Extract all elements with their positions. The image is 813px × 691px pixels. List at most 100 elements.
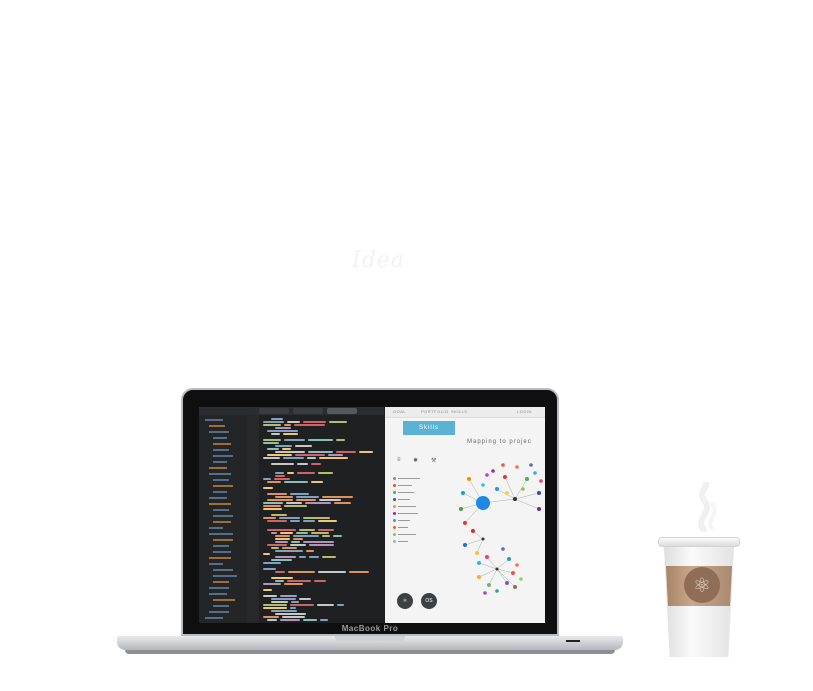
atom-icon-button[interactable]: ⚛	[397, 593, 413, 609]
code-line	[290, 544, 306, 546]
code-line	[275, 496, 293, 498]
code-line	[267, 619, 277, 621]
wrench-icon[interactable]: ⚒	[431, 457, 436, 464]
code-line	[271, 418, 283, 420]
code-line	[263, 562, 281, 564]
nav-item-goal[interactable]: GOAL	[393, 409, 406, 414]
code-line	[275, 451, 305, 453]
code-line	[293, 538, 303, 540]
code-line	[319, 499, 341, 501]
code-line	[320, 619, 328, 621]
code-line	[309, 544, 334, 546]
code-line	[311, 463, 321, 465]
code-line	[307, 457, 316, 459]
editor-tab[interactable]	[293, 408, 323, 414]
code-line	[263, 487, 273, 489]
code-line	[263, 424, 281, 426]
code-line	[267, 454, 292, 456]
steam-icon	[698, 482, 717, 532]
code-line	[263, 589, 272, 591]
gear-icon[interactable]: ✹	[413, 457, 418, 464]
code-line	[263, 421, 284, 423]
code-line	[318, 571, 346, 573]
code-line	[275, 556, 296, 558]
code-line	[282, 448, 291, 450]
code-line	[303, 619, 317, 621]
code-line	[275, 571, 285, 573]
code-line	[337, 604, 344, 606]
skills-network-graph[interactable]	[457, 449, 545, 619]
code-line	[271, 547, 279, 549]
code-line	[311, 532, 329, 534]
code-line	[299, 598, 311, 600]
code-line	[280, 619, 300, 621]
code-line	[296, 496, 319, 498]
line-number-gutter	[247, 415, 259, 623]
code-line	[308, 451, 333, 453]
code-line	[263, 442, 279, 444]
code-line	[328, 454, 343, 456]
code-line	[290, 604, 314, 606]
faint-headline: Idea	[352, 248, 405, 273]
code-line	[271, 559, 292, 561]
code-line	[296, 499, 316, 501]
code-line	[295, 454, 325, 456]
code-line	[267, 529, 296, 531]
code-line	[284, 424, 291, 426]
code-line	[284, 481, 308, 483]
laptop-mockup: GOAL PORTFOLIO SKILLS LOGIN Skills Mappi…	[117, 388, 623, 660]
code-line	[263, 607, 287, 609]
code-line	[318, 472, 333, 474]
nav-item-portfolio[interactable]: PORTFOLIO	[421, 409, 449, 414]
editor-tab[interactable]	[259, 408, 289, 414]
code-line	[297, 463, 308, 465]
code-line	[319, 457, 348, 459]
code-line	[267, 481, 281, 483]
cup-body: ⚛	[664, 547, 734, 657]
code-line	[271, 577, 293, 579]
code-line	[299, 529, 315, 531]
code-line	[263, 553, 270, 555]
code-line	[305, 502, 331, 504]
code-line	[274, 478, 290, 480]
nav-item-skills[interactable]: SKILLS	[451, 409, 468, 414]
code-line	[271, 514, 287, 516]
code-line	[275, 445, 292, 447]
code-line	[263, 505, 281, 507]
code-line	[275, 538, 290, 540]
code-line	[287, 421, 300, 423]
code-line	[303, 541, 334, 543]
editor-tab-active[interactable]	[327, 408, 357, 414]
code-line	[334, 502, 351, 504]
code-line	[263, 595, 277, 597]
code-line	[311, 481, 323, 483]
code-line	[294, 424, 325, 426]
code-line	[359, 451, 373, 453]
code-line	[263, 604, 287, 606]
code-line	[303, 520, 315, 522]
os-button[interactable]: OS	[421, 593, 437, 609]
code-line	[303, 517, 330, 519]
code-line	[299, 556, 306, 558]
laptop-lid: GOAL PORTFOLIO SKILLS LOGIN Skills Mappi…	[181, 388, 559, 636]
code-line	[317, 604, 334, 606]
code-line	[275, 550, 303, 552]
code-line	[287, 472, 294, 474]
code-line	[263, 568, 276, 570]
code-line	[318, 520, 337, 522]
laptop-led	[566, 640, 580, 642]
code-line	[279, 517, 300, 519]
nav-item-login[interactable]: LOGIN	[517, 409, 532, 414]
code-line	[291, 541, 300, 543]
code-line	[322, 556, 336, 558]
code-line	[267, 520, 287, 522]
menu-icon[interactable]: ≡	[397, 457, 401, 463]
skills-button[interactable]: Skills	[403, 421, 455, 435]
code-line	[263, 457, 280, 459]
code-line	[271, 532, 277, 534]
code-line	[267, 499, 293, 501]
code-line	[291, 601, 299, 603]
code-line	[263, 583, 281, 585]
code-line	[309, 556, 319, 558]
code-line	[284, 505, 307, 507]
